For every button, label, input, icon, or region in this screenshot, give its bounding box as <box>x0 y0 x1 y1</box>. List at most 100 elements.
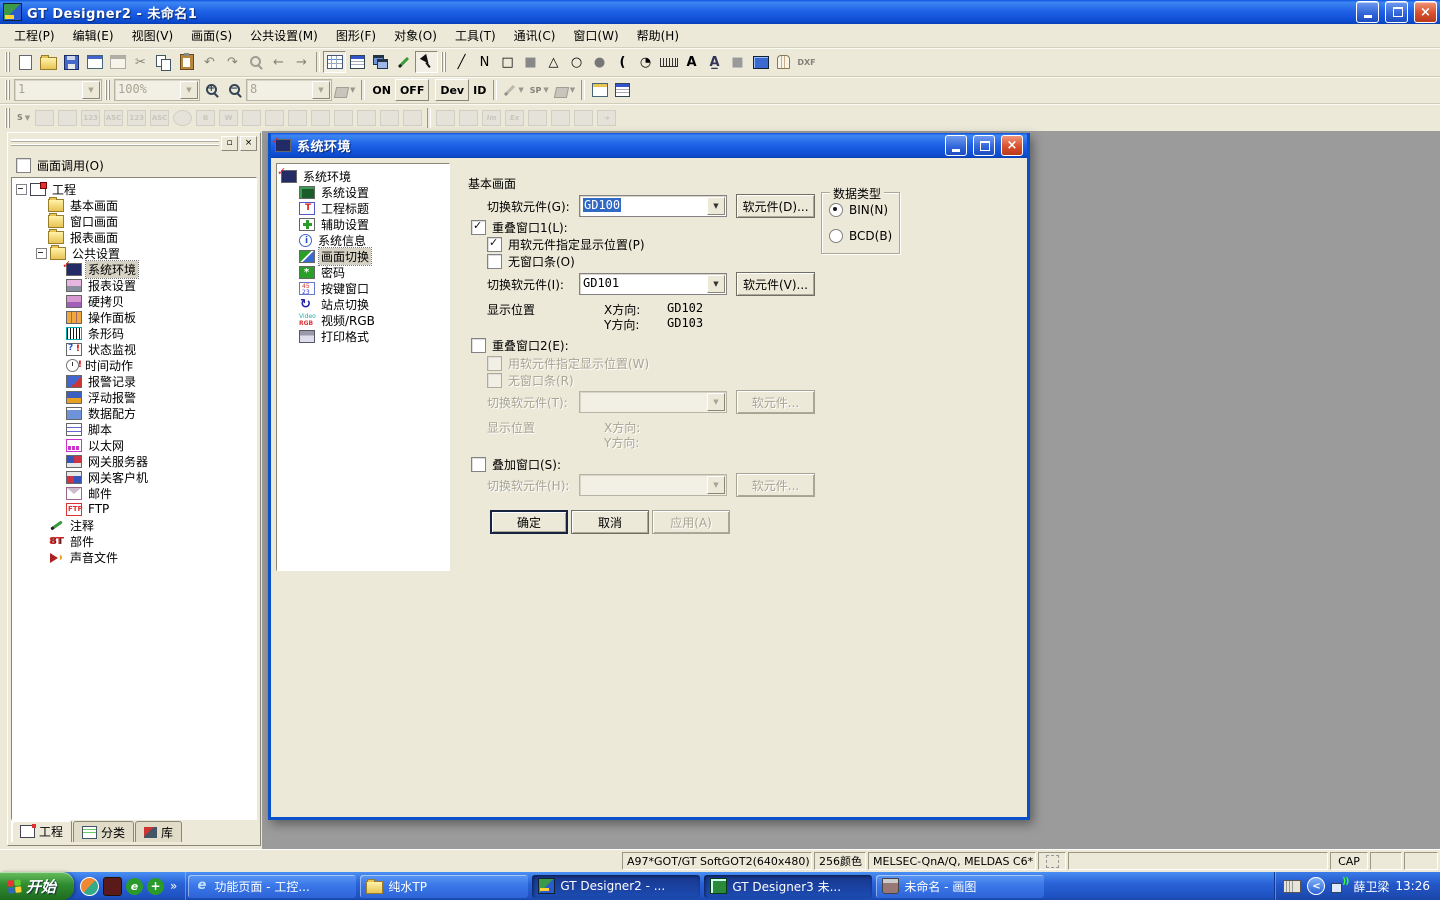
tree-item-alarm-history[interactable]: 报警记录 <box>12 373 256 389</box>
dialog-tree-screen-switching[interactable]: 画面切换 <box>277 248 449 264</box>
close-button[interactable]: × <box>1414 1 1437 23</box>
menu-help[interactable]: 帮助(H) <box>628 24 688 47</box>
tree-item-system-environment[interactable]: 系统环境 <box>12 261 256 277</box>
menu-tools[interactable]: 工具(T) <box>446 24 505 47</box>
quick-launch-app-icon[interactable] <box>103 877 122 896</box>
polyline-tool[interactable]: N <box>473 51 496 73</box>
device-d-button[interactable]: 软元件(D)... <box>736 194 815 218</box>
language-bar-icon[interactable]: < <box>1307 877 1325 895</box>
menu-window[interactable]: 窗口(W) <box>564 24 627 47</box>
w1-no-window-bar-checkbox[interactable]: 无窗口条(O) <box>487 253 575 270</box>
menu-common[interactable]: 公共设置(M) <box>241 24 327 47</box>
tree-item-comment[interactable]: 注释 <box>12 517 256 533</box>
screen-property-button[interactable] <box>588 79 611 101</box>
tree-item-window-screen[interactable]: 窗口画面 <box>12 213 256 229</box>
id-display-button[interactable]: ID <box>469 80 490 100</box>
copy-button[interactable] <box>152 51 175 73</box>
tree-item-operation-panel[interactable]: 操作面板 <box>12 309 256 325</box>
arc-tool[interactable]: ( <box>611 51 634 73</box>
menu-figure[interactable]: 图形(F) <box>327 24 385 47</box>
dialog-close-button[interactable]: × <box>1001 135 1023 156</box>
tab-project[interactable]: 工程 <box>11 820 72 842</box>
dialog-tree-auxiliary-settings[interactable]: 辅助设置 <box>277 216 449 232</box>
quick-launch-plus-icon[interactable]: + <box>147 878 164 895</box>
dialog-minimize-button[interactable] <box>945 135 967 156</box>
save-button[interactable] <box>60 51 83 73</box>
screen-tool[interactable] <box>749 51 772 73</box>
collapse-icon[interactable] <box>16 184 27 195</box>
menu-view[interactable]: 视图(V) <box>123 24 183 47</box>
superimpose-window-checkbox[interactable]: 叠加窗口(S): <box>471 456 561 473</box>
filled-ellipse-tool[interactable]: ● <box>588 51 611 73</box>
tree-item-project[interactable]: 工程 <box>12 181 256 197</box>
toolbar-grip[interactable] <box>4 52 11 72</box>
tree-item-status-observation[interactable]: 状态监视 <box>12 341 256 357</box>
restore-button[interactable] <box>1385 1 1408 23</box>
filled-rect-tool[interactable]: ■ <box>519 51 542 73</box>
toolbar-grip[interactable] <box>440 52 447 72</box>
toolbar-grip[interactable] <box>4 80 11 100</box>
tree-item-common-settings[interactable]: 公共设置 <box>12 245 256 261</box>
data-browser-button[interactable] <box>611 79 634 101</box>
tree-item-gateway-client[interactable]: 网关客户机 <box>12 469 256 485</box>
task-pure-water-folder[interactable]: 纯水TP <box>360 875 528 898</box>
grid-settings-button[interactable] <box>323 51 346 73</box>
panel-close-button[interactable]: × <box>240 136 257 151</box>
task-gt-designer2[interactable]: GT Designer2 - ... <box>532 875 700 898</box>
minimize-button[interactable] <box>1356 1 1379 23</box>
tree-item-mail[interactable]: 邮件 <box>12 485 256 501</box>
tab-category[interactable]: 分类 <box>73 821 134 842</box>
menu-edit[interactable]: 编辑(E) <box>64 24 123 47</box>
tree-item-hardcopy[interactable]: 硬拷贝 <box>12 293 256 309</box>
dialog-tree-station-switching[interactable]: 站点切换 <box>277 296 449 312</box>
layer-button[interactable] <box>369 51 392 73</box>
tree-item-ethernet[interactable]: 以太网 <box>12 437 256 453</box>
zoom-out-button[interactable]: − <box>223 79 246 101</box>
tree-item-recipe[interactable]: 数据配方 <box>12 405 256 421</box>
sector-tool[interactable]: ◔ <box>634 51 657 73</box>
ellipse-tool[interactable]: ○ <box>565 51 588 73</box>
tree-item-barcode[interactable]: 条形码 <box>12 325 256 341</box>
open-button[interactable] <box>37 51 60 73</box>
task-function-page[interactable]: e功能页面 - 工控... <box>188 875 356 898</box>
menu-screen[interactable]: 画面(S) <box>182 24 241 47</box>
collapse-icon[interactable] <box>36 248 47 259</box>
polygon-tool[interactable]: △ <box>542 51 565 73</box>
tab-library[interactable]: 库 <box>135 821 182 842</box>
zoom-in-button[interactable]: + <box>200 79 223 101</box>
scale-tool[interactable] <box>657 51 680 73</box>
dialog-maximize-button[interactable] <box>973 135 995 156</box>
bcd-radio[interactable]: BCD(B) <box>829 229 892 243</box>
network-tray-icon[interactable] <box>1331 880 1347 893</box>
dialog-tree-print-format[interactable]: 打印格式 <box>277 328 449 344</box>
tree-item-sound-file[interactable]: 声音文件 <box>12 549 256 565</box>
rect-tool[interactable]: □ <box>496 51 519 73</box>
panel-drag-grip[interactable] <box>11 139 219 147</box>
menu-project[interactable]: 工程(P) <box>5 24 64 47</box>
device-off-button[interactable]: OFF <box>395 79 429 101</box>
device-display-button[interactable]: Dev <box>435 79 469 101</box>
overlap-window2-checkbox[interactable]: 重叠窗口2(E): <box>471 337 569 354</box>
tree-item-parts[interactable]: 部件 <box>12 533 256 549</box>
dialog-tree-system-settings[interactable]: 系统设置 <box>277 184 449 200</box>
dialog-tree-system-environment[interactable]: 系统环境 <box>277 168 449 184</box>
comment-pen-button[interactable] <box>392 51 415 73</box>
fill-tool[interactable]: ■ <box>726 51 749 73</box>
ok-button[interactable]: 确定 <box>490 510 568 534</box>
keyboard-tray-icon[interactable] <box>1283 880 1301 893</box>
dialog-tree-video-rgb[interactable]: 视频/RGB <box>277 312 449 328</box>
menu-object[interactable]: 对象(O) <box>385 24 446 47</box>
dialog-tree-key-window[interactable]: 按键窗口 <box>277 280 449 296</box>
text-tool[interactable]: A <box>680 51 703 73</box>
device-on-button[interactable]: ON <box>368 80 395 100</box>
menu-communication[interactable]: 通讯(C) <box>505 24 565 47</box>
tree-item-script[interactable]: 脚本 <box>12 421 256 437</box>
paint-tool[interactable]: A̲ <box>703 51 726 73</box>
switch-device-i-combo[interactable]: GD101▼ <box>579 273 727 295</box>
bin-radio[interactable]: BIN(N) <box>829 203 888 217</box>
tree-item-gateway-server[interactable]: 网关服务器 <box>12 453 256 469</box>
dialog-tree-system-information[interactable]: 系统信息 <box>277 232 449 248</box>
cancel-button[interactable]: 取消 <box>571 510 649 534</box>
tree-item-report-screen[interactable]: 报表画面 <box>12 229 256 245</box>
device-v-button[interactable]: 软元件(V)... <box>736 272 815 296</box>
